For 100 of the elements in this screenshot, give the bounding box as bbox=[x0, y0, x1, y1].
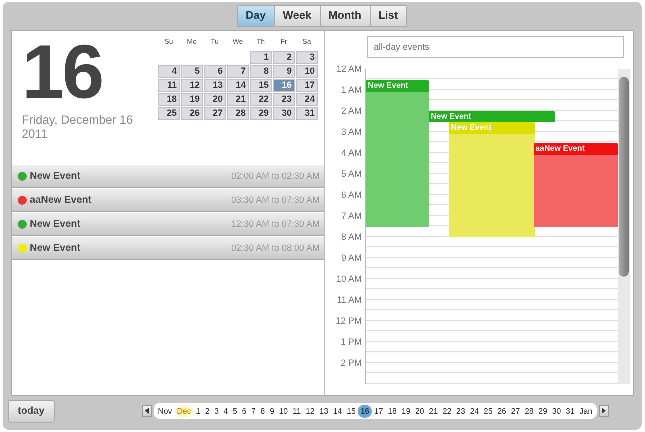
view-tab[interactable]: List bbox=[370, 5, 408, 27]
calendar-day[interactable]: 22 bbox=[250, 93, 272, 106]
day-link[interactable]: 22 bbox=[440, 404, 454, 418]
day-link[interactable]: 14 bbox=[330, 404, 345, 418]
hour-label: 6 AM bbox=[340, 190, 363, 202]
today-button[interactable]: today bbox=[8, 400, 55, 422]
event-row[interactable]: New Event 02:30 AM to 08:00 AM bbox=[12, 236, 324, 260]
day-link[interactable]: 30 bbox=[550, 404, 564, 418]
view-tab[interactable]: Week bbox=[274, 5, 321, 27]
day-link[interactable]: 1 bbox=[194, 404, 203, 418]
calendar-day[interactable]: 29 bbox=[250, 107, 272, 120]
all-day-field[interactable]: all-day events bbox=[367, 36, 624, 58]
calendar-event[interactable]: aaNew Event bbox=[534, 142, 618, 226]
calendar-day[interactable]: 31 bbox=[296, 107, 318, 120]
day-link[interactable]: 10 bbox=[276, 404, 290, 418]
event-row[interactable]: New Event 12:30 AM to 07:30 AM bbox=[12, 212, 324, 236]
hour-label: 9 AM bbox=[340, 253, 363, 265]
month-link[interactable]: Jan bbox=[577, 404, 596, 418]
event-title: aaNew Event bbox=[30, 194, 93, 206]
event-title: New Event bbox=[30, 170, 82, 182]
day-link[interactable]: 27 bbox=[508, 404, 523, 418]
next-arrow-icon[interactable] bbox=[599, 405, 610, 417]
day-link[interactable]: 9 bbox=[268, 404, 277, 418]
calendar-day[interactable]: 23 bbox=[273, 93, 295, 106]
day-link[interactable]: 11 bbox=[290, 404, 304, 418]
calendar-day[interactable]: 17 bbox=[296, 79, 318, 92]
event-title: New Event bbox=[30, 218, 82, 230]
day-link[interactable]: 28 bbox=[522, 404, 536, 418]
day-number: 16 bbox=[22, 33, 104, 113]
calendar-day[interactable]: 21 bbox=[227, 93, 249, 106]
calendar-day[interactable]: 24 bbox=[296, 93, 318, 106]
calendar-day[interactable]: 3 bbox=[296, 51, 318, 64]
hour-label: 5 AM bbox=[340, 169, 363, 181]
day-link[interactable]: 12 bbox=[304, 404, 318, 418]
hour-label: 12 PM bbox=[334, 316, 363, 328]
calendar-day[interactable]: 19 bbox=[181, 93, 203, 106]
full-date: Friday, December 16 2011 bbox=[22, 113, 134, 141]
view-tab[interactable]: Month bbox=[320, 5, 371, 27]
hour-label: 11 AM bbox=[336, 295, 363, 307]
hour-label: 2 AM bbox=[340, 106, 363, 118]
hour-label: 10 AM bbox=[335, 274, 363, 286]
day-link[interactable]: 18 bbox=[386, 404, 400, 418]
calendar-day[interactable]: 27 bbox=[204, 107, 226, 120]
day-link[interactable]: 24 bbox=[468, 404, 482, 418]
event-row[interactable]: New Event 02:00 AM to 02:30 AM bbox=[12, 164, 324, 188]
event-time: 03:30 AM to 07:30 AM bbox=[231, 195, 320, 205]
calendar-day[interactable]: 28 bbox=[227, 107, 249, 120]
calendar-day[interactable]: 10 bbox=[296, 65, 318, 78]
calendar-day[interactable]: 26 bbox=[181, 107, 203, 120]
day-link[interactable]: 4 bbox=[221, 404, 231, 418]
calendar-day[interactable]: 9 bbox=[273, 65, 295, 78]
day-link[interactable]: 21 bbox=[426, 404, 440, 418]
view-tab[interactable]: Day bbox=[236, 5, 276, 27]
event-row[interactable]: aaNew Event 03:30 AM to 07:30 AM bbox=[12, 188, 324, 212]
day-link[interactable]: 19 bbox=[399, 404, 414, 418]
day-link[interactable]: 29 bbox=[536, 404, 550, 418]
day-link[interactable]: 13 bbox=[317, 404, 331, 418]
event-title: New Event bbox=[30, 242, 82, 254]
scrollbar[interactable] bbox=[618, 69, 630, 384]
hour-label: 3 AM bbox=[340, 127, 363, 139]
hour-label: 7 AM bbox=[340, 211, 363, 223]
day-link[interactable]: 3 bbox=[212, 404, 222, 418]
hour-label: 1 PM bbox=[340, 337, 363, 349]
day-link[interactable]: 16 bbox=[358, 404, 372, 418]
calendar-day[interactable]: 11 bbox=[158, 79, 180, 92]
calendar-day[interactable]: 7 bbox=[227, 65, 249, 78]
day-link[interactable]: 6 bbox=[240, 404, 250, 418]
calendar-day[interactable]: 5 bbox=[181, 65, 203, 78]
day-link[interactable]: 15 bbox=[344, 404, 358, 418]
calendar-day[interactable]: 1 bbox=[250, 51, 272, 64]
hour-label: 8 AM bbox=[340, 232, 363, 244]
calendar-day[interactable]: 20 bbox=[204, 93, 226, 106]
calendar-day[interactable]: 2 bbox=[273, 51, 295, 64]
calendar-day[interactable]: 15 bbox=[250, 79, 272, 92]
day-link[interactable]: 31 bbox=[564, 404, 578, 418]
calendar-day[interactable]: 30 bbox=[273, 107, 295, 120]
previous-arrow-icon[interactable] bbox=[142, 405, 152, 417]
day-link[interactable]: 23 bbox=[454, 404, 468, 418]
day-link[interactable]: 2 bbox=[202, 404, 212, 418]
hour-label: 2 PM bbox=[340, 358, 363, 370]
event-time: 02:00 AM to 02:30 AM bbox=[231, 171, 320, 181]
hour-label: 1 AM bbox=[340, 85, 363, 97]
calendar-day[interactable]: 6 bbox=[204, 65, 226, 78]
calendar-day[interactable]: 18 bbox=[158, 93, 180, 106]
day-link[interactable]: 17 bbox=[372, 404, 386, 418]
month-link[interactable]: Nov bbox=[156, 404, 175, 418]
day-link[interactable]: 5 bbox=[230, 404, 240, 418]
hour-label: 4 AM bbox=[340, 148, 363, 160]
event-time: 02:30 AM to 08:00 AM bbox=[231, 243, 320, 253]
day-link[interactable]: 26 bbox=[495, 404, 509, 418]
day-link[interactable]: 25 bbox=[482, 404, 496, 418]
day-link[interactable]: 20 bbox=[413, 404, 427, 418]
calendar-day[interactable]: 4 bbox=[158, 65, 180, 78]
calendar-day[interactable]: 25 bbox=[158, 107, 180, 120]
calendar-day[interactable]: 14 bbox=[227, 79, 249, 92]
calendar-day[interactable]: 12 bbox=[181, 79, 203, 92]
calendar-day[interactable]: 8 bbox=[250, 65, 272, 78]
day-link[interactable]: 8 bbox=[258, 404, 268, 418]
calendar-day[interactable]: 13 bbox=[204, 79, 226, 92]
day-link[interactable]: 7 bbox=[249, 404, 258, 418]
